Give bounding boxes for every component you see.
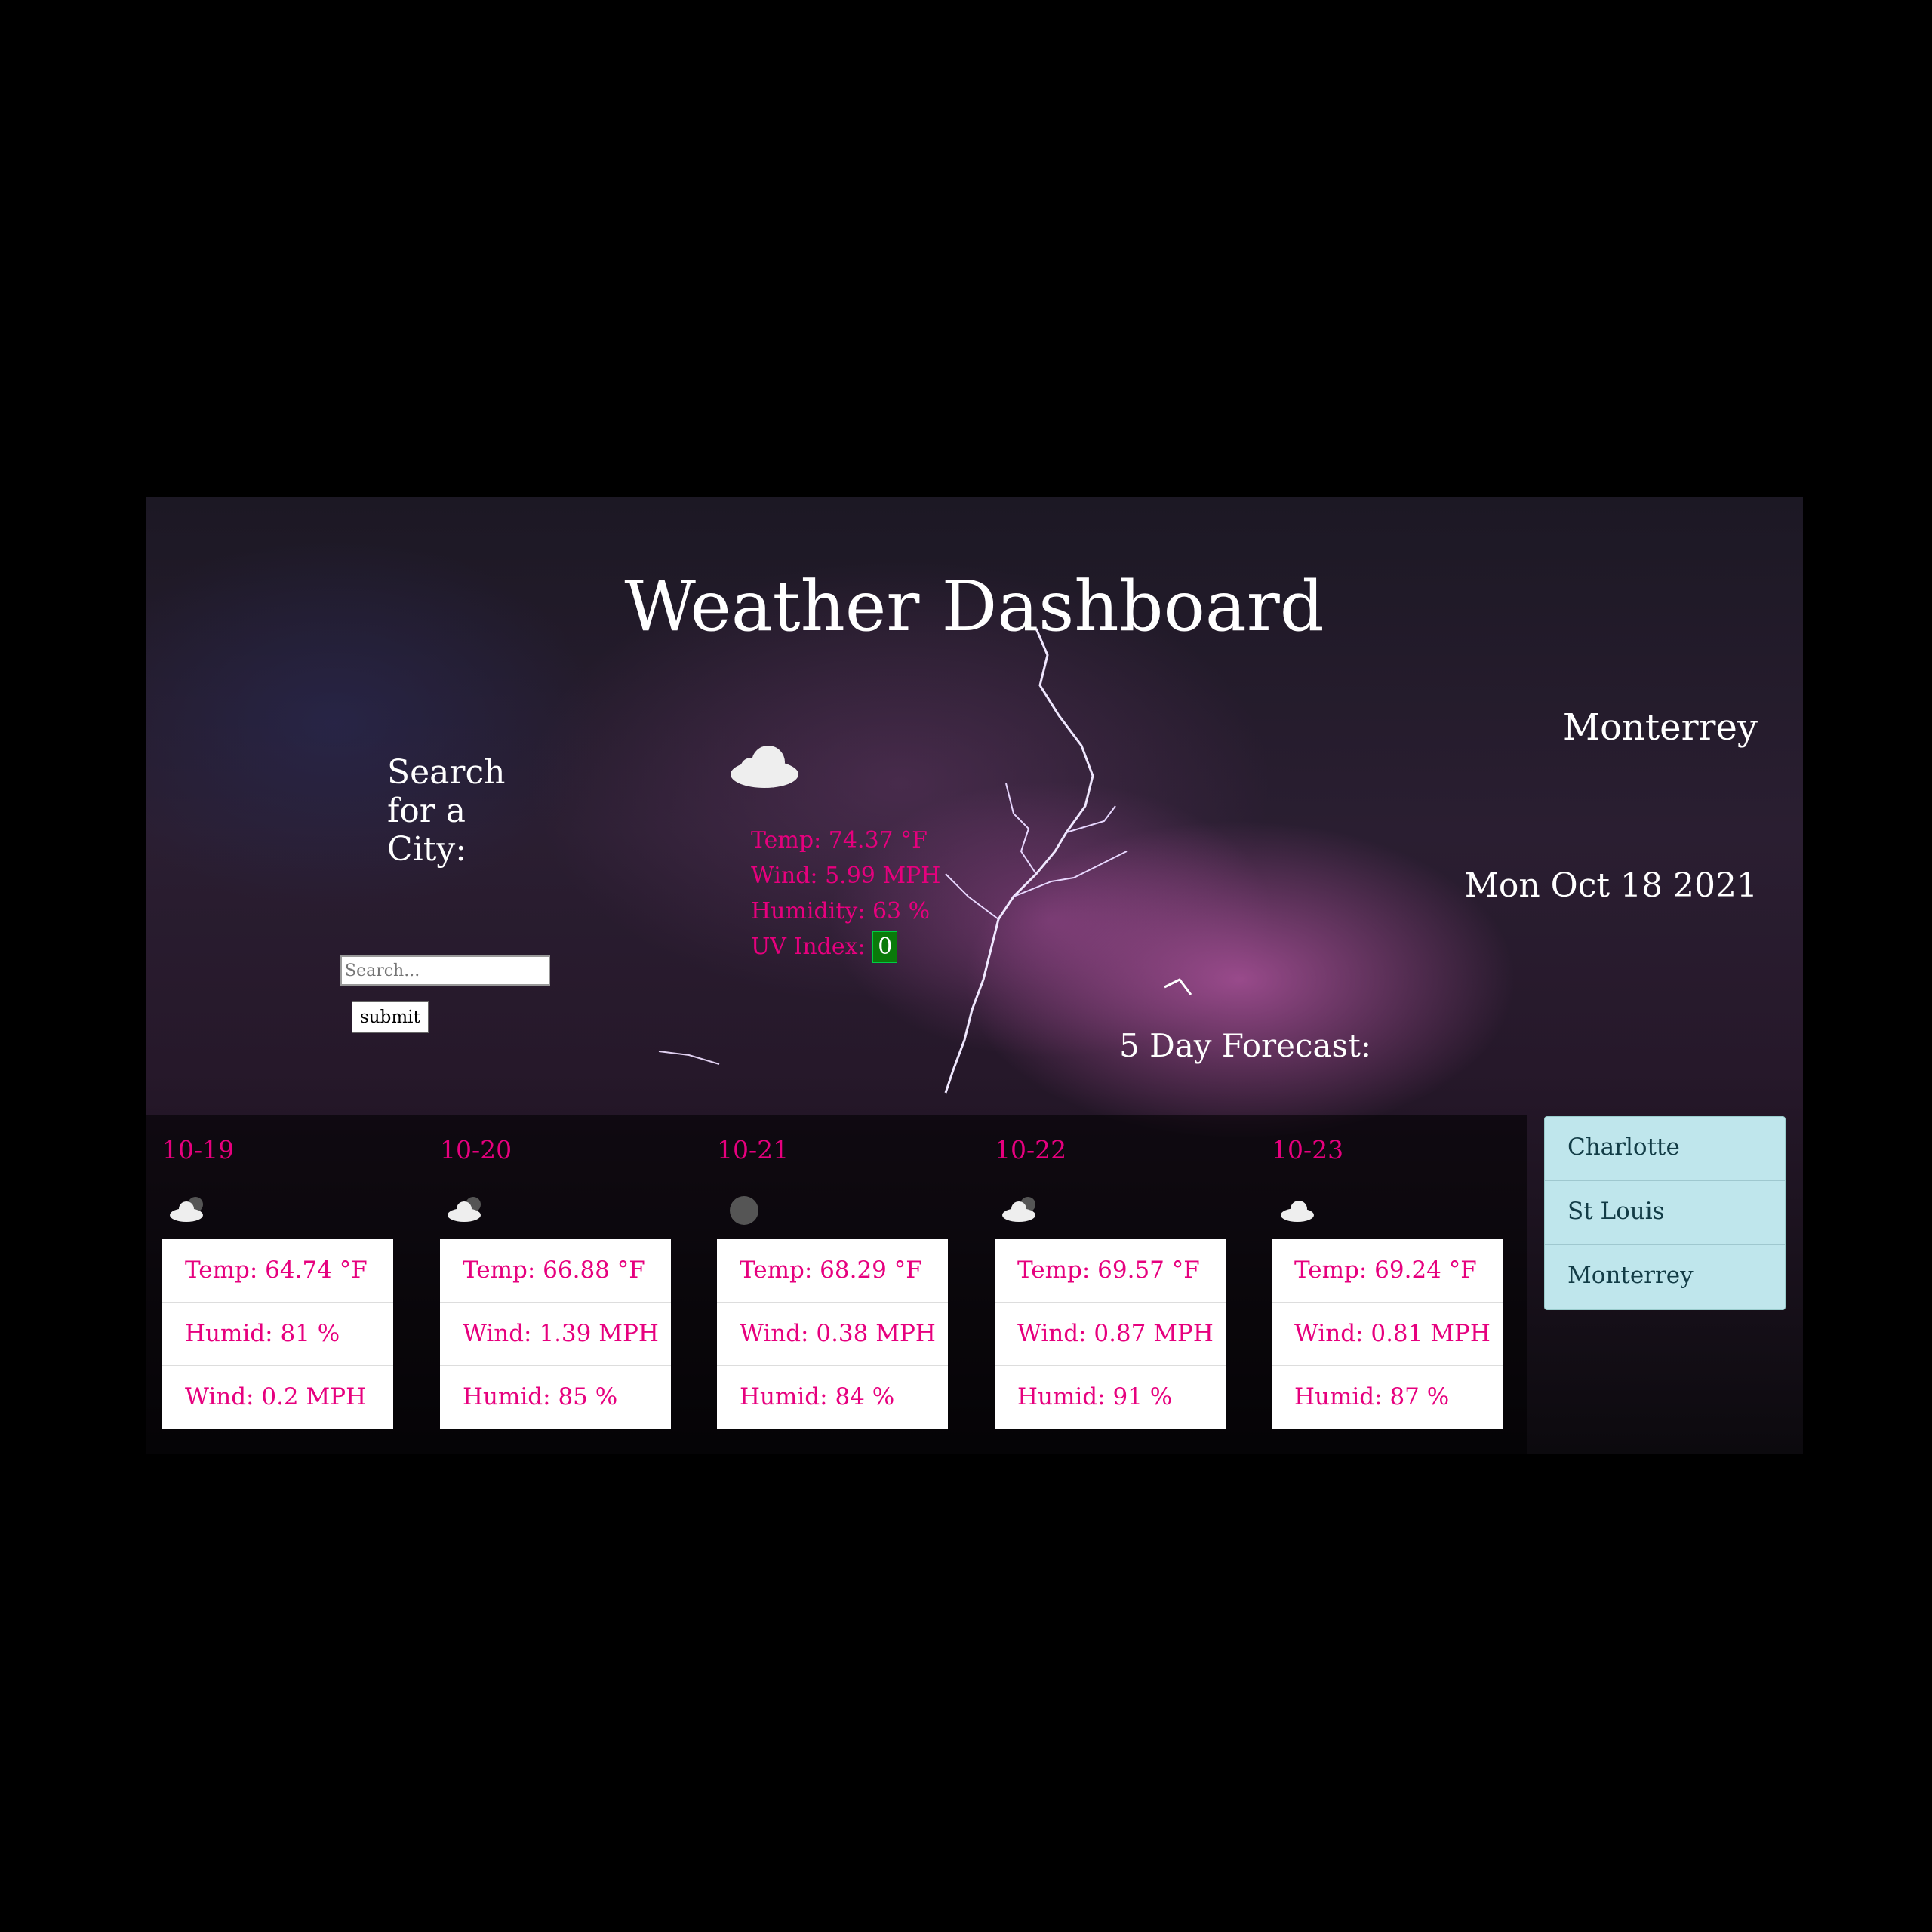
forecast-line: Wind: 0.87 MPH xyxy=(995,1303,1226,1366)
forecast-card: Temp: 68.29 °F Wind: 0.38 MPH Humid: 84 … xyxy=(717,1239,948,1429)
uv-label: UV Index: xyxy=(751,934,866,960)
forecast-line: Wind: 0.2 MPH xyxy=(185,1383,367,1411)
search-input[interactable] xyxy=(340,955,550,986)
forecast-date: 10-22 xyxy=(995,1135,1067,1164)
cloud-icon xyxy=(731,746,798,788)
weather-app: Weather Dashboard Search for a City: sub… xyxy=(146,497,1803,1454)
forecast-line: Temp: 68.29 °F xyxy=(717,1239,948,1303)
cloudy-icon xyxy=(448,1197,481,1222)
forecast-line: Wind: 0.81 MPH xyxy=(1272,1303,1503,1366)
cloud-icon xyxy=(1281,1201,1314,1222)
current-wind: Wind: 5.99 MPH xyxy=(751,863,941,889)
history-item[interactable]: Monterrey xyxy=(1545,1245,1785,1309)
cloudy-icon xyxy=(170,1197,203,1222)
forecast-heading: 5 Day Forecast: xyxy=(1119,1027,1372,1064)
current-uv: UV Index: 0 xyxy=(751,929,940,964)
forecast-line: Humid: 81 % xyxy=(162,1303,393,1366)
current-conditions: Temp: 74.37 °F Wind: 5.99 MPH Humidity: … xyxy=(751,823,940,964)
forecast-line: Wind: 1.39 MPH xyxy=(440,1303,671,1366)
forecast-line: Temp: 69.24 °F xyxy=(1272,1239,1503,1303)
search-label: Search for a City: xyxy=(387,753,506,869)
forecast-date: 10-23 xyxy=(1272,1135,1344,1164)
forecast-line: Temp: 64.74 °F xyxy=(162,1239,393,1303)
forecast-strip: 10-19 Temp: 64.74 °F Humid: 81 % Wind: 0… xyxy=(146,1115,1527,1454)
forecast-card: Temp: 69.57 °F Wind: 0.87 MPH Humid: 91 … xyxy=(995,1239,1226,1429)
forecast-line: Humid: 87 % xyxy=(1294,1383,1450,1411)
forecast-card: Temp: 64.74 °F Humid: 81 % Wind: 0.2 MPH xyxy=(162,1239,393,1429)
cloudy-icon xyxy=(1002,1197,1035,1222)
forecast-date: 10-21 xyxy=(717,1135,789,1164)
forecast-line: Humid: 91 % xyxy=(1017,1383,1173,1411)
forecast-line: Humid: 85 % xyxy=(463,1383,618,1411)
current-date: Mon Oct 18 2021 xyxy=(1464,866,1758,905)
forecast-date: 10-20 xyxy=(440,1135,512,1164)
history-item[interactable]: Charlotte xyxy=(1545,1117,1785,1181)
submit-button[interactable]: submit xyxy=(352,1001,429,1033)
overcast-icon xyxy=(730,1196,758,1225)
forecast-line: Temp: 66.88 °F xyxy=(440,1239,671,1303)
current-city: Monterrey xyxy=(1562,706,1758,749)
uv-badge: 0 xyxy=(872,931,898,963)
search-history-list: Charlotte St Louis Monterrey xyxy=(1544,1116,1786,1310)
forecast-line: Humid: 84 % xyxy=(740,1383,895,1411)
current-humidity: Humidity: 63 % xyxy=(751,898,931,924)
history-item[interactable]: St Louis xyxy=(1545,1181,1785,1245)
forecast-date: 10-19 xyxy=(162,1135,235,1164)
page-title: Weather Dashboard xyxy=(624,566,1324,647)
forecast-card: Temp: 66.88 °F Wind: 1.39 MPH Humid: 85 … xyxy=(440,1239,671,1429)
current-temp: Temp: 74.37 °F xyxy=(751,827,928,854)
forecast-line: Temp: 69.57 °F xyxy=(995,1239,1226,1303)
forecast-card: Temp: 69.24 °F Wind: 0.81 MPH Humid: 87 … xyxy=(1272,1239,1503,1429)
forecast-line: Wind: 0.38 MPH xyxy=(717,1303,948,1366)
